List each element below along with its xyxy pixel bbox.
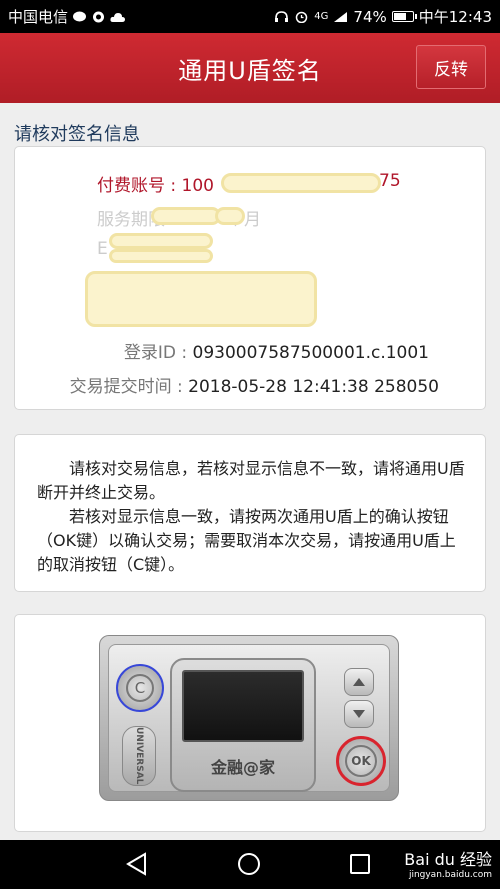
status-bar: 中国电信 4G 74% 中午12:43	[0, 0, 500, 33]
up-arrow-key	[344, 668, 374, 696]
headphones-icon	[275, 10, 289, 22]
navigation-bar: Bai du 经验 jingyan.baidu.com	[0, 840, 500, 889]
redaction-mark	[109, 249, 213, 263]
c-key-label: C	[126, 674, 154, 702]
device-screen-frame: 金融@家	[170, 658, 316, 792]
network-type: 4G	[314, 11, 329, 22]
account-label: 付费账号 :	[97, 176, 182, 196]
ok-key: OK	[336, 736, 386, 786]
notice-paragraph: 请核对交易信息，若核对显示信息不一致，请将通用U盾断开并终止交易。	[37, 459, 465, 502]
watermark-url: jingyan.baidu.com	[408, 870, 492, 880]
signal-icon	[334, 11, 348, 22]
carrier-name: 中国电信	[8, 8, 69, 26]
usb-key-illustration: C UNIVERSAL 金融@家 OK	[99, 635, 399, 801]
down-arrow-key	[344, 700, 374, 728]
title-bar: 通用U盾签名 反转	[0, 33, 500, 103]
watermark: Bai du 经验 jingyan.baidu.com	[404, 846, 492, 880]
redaction-mark	[85, 271, 317, 327]
ok-key-label: OK	[345, 745, 377, 777]
device-screen	[182, 670, 304, 742]
sign-info-card: 付费账号 : 100 75 服务期限 个月 E 登录ID : 093000758…	[14, 146, 486, 410]
cloud-icon	[110, 12, 126, 22]
recent-apps-icon[interactable]	[350, 854, 370, 874]
triangle-down-icon	[353, 710, 365, 718]
submit-time-row: 交易提交时间 : 2018-05-28 12:41:38 258050	[70, 372, 439, 397]
chat-bubble-icon	[73, 11, 87, 21]
redaction-mark	[151, 207, 221, 225]
watermark-main: Bai du 经验	[404, 850, 492, 869]
login-id-label: 登录ID :	[123, 343, 193, 363]
notice-text: 请核对交易信息，若核对显示信息不一致，请将通用U盾断开并终止交易。 若核对显示信…	[37, 457, 469, 577]
redaction-mark	[221, 173, 381, 193]
account-value-tail: 75	[379, 171, 401, 191]
info-label-partial: E	[97, 239, 108, 259]
home-icon[interactable]	[238, 853, 260, 875]
account-row: 付费账号 : 100	[97, 171, 214, 196]
notice-paragraph: 若核对显示信息一致，请按两次通用U盾上的确认按钮（OK键）以确认交易；需要取消本…	[37, 507, 456, 574]
flip-button[interactable]: 反转	[416, 45, 486, 89]
submit-time-value: 2018-05-28 12:41:38 258050	[188, 377, 439, 397]
notification-icon	[93, 11, 105, 22]
login-id-row: 登录ID : 0930007587500001.c.1001	[124, 338, 429, 363]
redaction-mark	[215, 207, 245, 225]
account-value: 100	[181, 176, 214, 196]
login-id-value: 0930007587500001.c.1001	[192, 343, 429, 363]
alarm-icon	[296, 11, 308, 23]
device-card: C UNIVERSAL 金融@家 OK	[14, 614, 486, 832]
device-brand-text: 金融@家	[210, 758, 275, 777]
submit-time-label: 交易提交时间 :	[69, 377, 189, 397]
back-icon[interactable]	[125, 852, 147, 876]
page-title: 通用U盾签名	[178, 56, 322, 85]
brand-label: UNIVERSAL	[122, 726, 156, 786]
section-title: 请核对签名信息	[14, 124, 140, 145]
redaction-mark	[109, 233, 213, 249]
notice-card: 请核对交易信息，若核对显示信息不一致，请将通用U盾断开并终止交易。 若核对显示信…	[14, 434, 486, 592]
cancel-key: C	[116, 664, 164, 712]
clock: 中午12:43	[418, 8, 492, 26]
triangle-up-icon	[353, 678, 365, 686]
battery-percent: 74%	[353, 7, 387, 26]
battery-icon	[391, 11, 417, 22]
